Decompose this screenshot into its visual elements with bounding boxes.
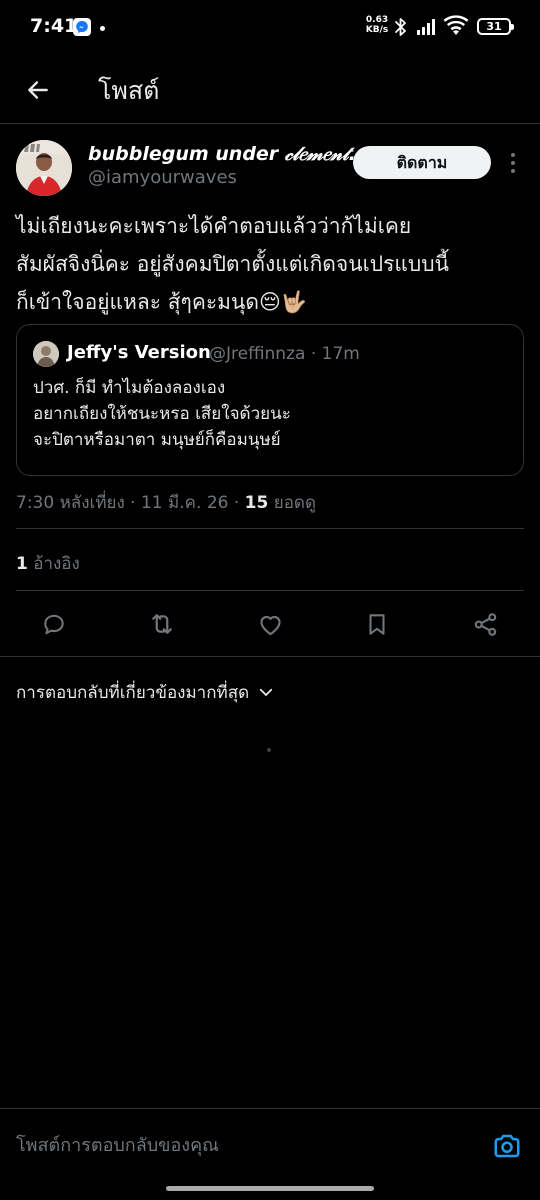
quoted-author-avatar [33, 341, 59, 367]
reply-input[interactable] [16, 1131, 446, 1159]
status-bar: 7:41 0.63 KB/s 31 [0, 0, 540, 56]
messenger-icon [73, 18, 91, 36]
views-label: ยอดดู [268, 493, 316, 513]
quoted-text-line: อยากเถียงให้ชนะหรอ เสียใจด้วยนะ [33, 404, 291, 424]
quotes-count: 1 [16, 554, 28, 574]
repost-button[interactable] [148, 610, 176, 638]
views-count: 15 [244, 493, 269, 513]
notification-dot [100, 26, 105, 31]
home-indicator[interactable] [166, 1186, 374, 1191]
post-text-line: สัมผัสจิงนิ่คะ อยู่สังคมปิตาตั้งแต่เกิดจ… [16, 252, 449, 276]
quoted-post[interactable]: Jeffy's Version @Jreffinnza · 17m ปวศ. ก… [16, 324, 524, 476]
divider [16, 590, 524, 591]
post-text: ไม่เถียงนะคะเพราะได้คำตอบแล้วว่าก้ไม่เคย… [16, 207, 528, 321]
share-button[interactable] [471, 610, 499, 638]
quoted-text-line: ปวศ. ก็มี ทำไมต้องลองเอง [33, 378, 226, 398]
camera-button[interactable] [490, 1129, 524, 1163]
quotes-label: อ้างอิง [27, 554, 80, 574]
replies-sort-label: การตอบกลับที่เกี่ยวข้องมากที่สุด [16, 682, 250, 703]
quoted-meta: @Jreffinnza · 17m [209, 344, 360, 364]
more-vertical-icon [511, 153, 515, 173]
chevron-down-icon [259, 688, 273, 696]
status-time: 7:41 [30, 15, 78, 37]
battery-icon: 31 [477, 18, 514, 35]
replies-sort-dropdown[interactable]: การตอบกลับที่เกี่ยวข้องมากที่สุด [16, 679, 275, 705]
meta-separator: · [310, 344, 317, 364]
camera-icon [494, 1134, 520, 1158]
author-handle[interactable]: @iamyourwaves [88, 167, 237, 188]
share-icon [474, 612, 496, 636]
action-bar [0, 602, 540, 646]
author-name[interactable]: bubblegum under 𝒸𝓁𝑒𝓂𝑒𝓃𝓉… [88, 143, 368, 165]
status-icons [392, 15, 476, 39]
repost-icon [152, 614, 172, 634]
back-button[interactable] [16, 68, 60, 112]
quoted-author-handle: @Jreffinnza [209, 344, 306, 364]
author-avatar[interactable] [16, 140, 72, 196]
timestamp-text: 7:30 หลังเที่ยง · 11 มี.ค. 26 · [16, 493, 245, 513]
arrow-left-icon [28, 81, 48, 99]
network-speed: 0.63 KB/s [365, 15, 389, 35]
reply-button[interactable] [40, 610, 68, 638]
wifi-icon [443, 15, 469, 35]
quoted-text-line: จะปิตาหรือมาตา มนุษย์ก็คือมนุษย์ [33, 430, 281, 450]
post-text-line: ก็เข้าใจอยู่แหละ สุ้ๆคะมนุด😔🤟🏼 [16, 290, 308, 314]
divider [0, 656, 540, 657]
bookmark-icon [369, 613, 385, 635]
like-icon [259, 615, 281, 635]
quotes-link[interactable]: 1 อ้างอิง [16, 550, 80, 577]
follow-button[interactable]: ติดตาม [353, 146, 491, 179]
post-timestamp: 7:30 หลังเที่ยง · 11 มี.ค. 26 · 15 ยอดดู [16, 489, 316, 516]
reply-composer [0, 1108, 540, 1180]
post-text-line: ไม่เถียงนะคะเพราะได้คำตอบแล้วว่าก้ไม่เคย [16, 214, 412, 238]
signal-icon [417, 19, 435, 35]
more-options-button[interactable] [504, 150, 522, 176]
reply-icon [44, 614, 64, 635]
divider [16, 528, 524, 529]
bookmark-button[interactable] [363, 610, 391, 638]
page-title: โพสต์ [98, 76, 160, 105]
quoted-post-text: ปวศ. ก็มี ทำไมต้องลองเอง อยากเถียงให้ชนะ… [33, 375, 503, 453]
top-bar: โพสต์ [0, 56, 540, 124]
loading-indicator [267, 748, 271, 752]
like-button[interactable] [256, 610, 284, 638]
quoted-post-age: 17m [321, 344, 360, 364]
quoted-author-name: Jeffy's Version [67, 342, 211, 363]
bluetooth-icon [395, 18, 406, 36]
